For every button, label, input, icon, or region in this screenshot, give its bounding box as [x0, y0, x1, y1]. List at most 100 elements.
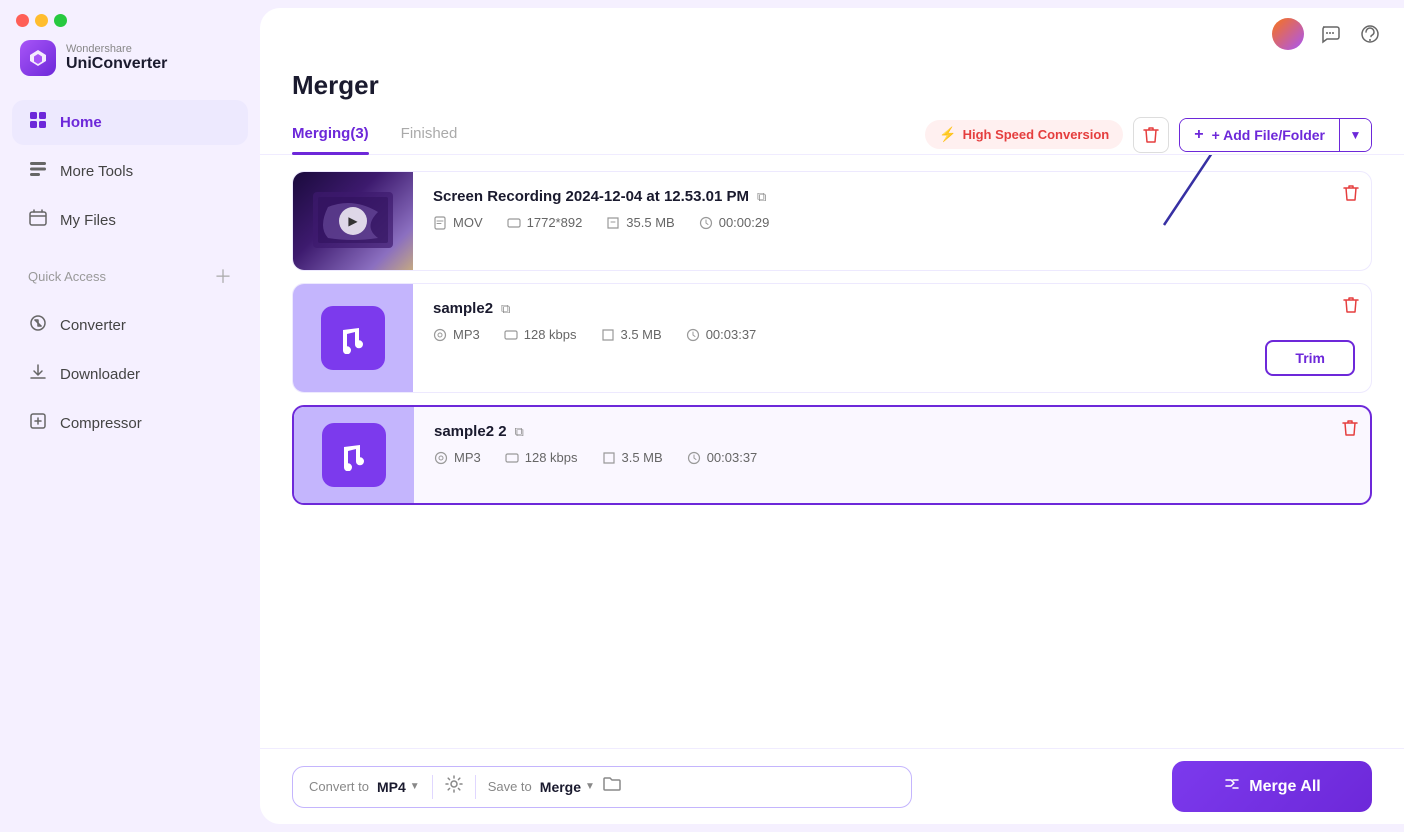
file-format-1: MOV [433, 215, 483, 230]
file-format-2: MP3 [433, 327, 480, 342]
external-link-icon-2[interactable]: ⧉ [501, 301, 510, 317]
add-file-dropdown-button[interactable]: ▼ [1339, 119, 1371, 151]
file-resolution-value-1: 1772*892 [527, 215, 583, 230]
sidebar-nav: Home More Tools My Files [0, 92, 260, 251]
file-size-3: 3.5 MB [602, 450, 663, 465]
tabs-actions: ⚡ High Speed Conversion + + Add File/Fol… [925, 117, 1372, 153]
size-icon-1 [606, 216, 620, 230]
duration-icon-1 [699, 216, 713, 230]
file-duration-value-1: 00:00:29 [719, 215, 770, 230]
more-tools-icon [28, 159, 48, 184]
merge-all-button[interactable]: Merge All [1172, 761, 1372, 812]
file-duration-1: 00:00:29 [699, 215, 770, 230]
file-name-1: Screen Recording 2024-12-04 at 12.53.01 … [433, 188, 749, 205]
save-to-label: Save to [488, 779, 532, 794]
file-resolution-1: 1772*892 [507, 215, 583, 230]
downloader-label: Downloader [60, 366, 140, 383]
file-format-value-3: MP3 [454, 450, 481, 465]
save-location-select[interactable]: Merge ▼ [540, 779, 595, 795]
file-meta-2: MP3 128 kbps 3.5 MB 00:03:37 [433, 327, 1351, 342]
convert-format-select[interactable]: MP4 ▼ [377, 779, 420, 795]
lightning-icon: ⚡ [939, 126, 956, 143]
home-icon [28, 110, 48, 135]
tabs-bar: Merging(3) Finished ⚡ High Speed Convers… [260, 115, 1404, 155]
delete-all-button[interactable] [1133, 117, 1169, 153]
sidebar-item-home[interactable]: Home [12, 100, 248, 145]
quick-access-label: Quick Access [28, 269, 106, 284]
converter-label: Converter [60, 317, 126, 334]
music-icon-3 [322, 423, 386, 487]
add-quick-access-button[interactable]: ＋ [214, 263, 232, 289]
sidebar: Wondershare UniConverter Home [0, 0, 260, 832]
music-thumb-3 [294, 407, 414, 503]
topbar [260, 8, 1404, 60]
file-name-2: sample2 [433, 300, 493, 317]
file-size-value-2: 3.5 MB [621, 327, 662, 342]
add-file-button[interactable]: + + Add File/Folder [1180, 119, 1339, 151]
settings-icon-button[interactable] [445, 775, 463, 798]
file-info-3: sample2 2 ⧉ MP3 128 kbps 3.5 MB [414, 407, 1370, 503]
window-minimize[interactable] [35, 14, 48, 27]
user-avatar[interactable] [1272, 18, 1304, 50]
file-format-value-2: MP3 [453, 327, 480, 342]
high-speed-button[interactable]: ⚡ High Speed Conversion [925, 120, 1123, 149]
my-files-icon [28, 208, 48, 233]
music-thumb-2 [293, 284, 413, 392]
sidebar-item-more-tools[interactable]: More Tools [12, 149, 248, 194]
resolution-icon-1 [507, 216, 521, 230]
file-format-3: MP3 [434, 450, 481, 465]
compressor-icon [28, 411, 48, 436]
add-file-label: + Add File/Folder [1212, 127, 1325, 143]
merge-icon [1223, 775, 1241, 798]
downloader-icon [28, 362, 48, 387]
delete-file-button-3[interactable] [1342, 419, 1358, 442]
delete-file-button-2[interactable] [1343, 296, 1359, 319]
save-dropdown-arrow: ▼ [585, 781, 595, 792]
quick-access-nav: Converter Downloader Compressor [0, 295, 260, 454]
file-duration-2: 00:03:37 [686, 327, 757, 342]
window-close[interactable] [16, 14, 29, 27]
delete-file-button-1[interactable] [1343, 184, 1359, 207]
external-link-icon-3[interactable]: ⧉ [515, 424, 524, 440]
file-card-1: ▶ Screen Recording 2024-12-04 at 12.53.0… [292, 171, 1372, 271]
tab-merging[interactable]: Merging(3) [292, 115, 369, 154]
page-title: Merger [292, 70, 1372, 101]
tabs: Merging(3) Finished [292, 115, 457, 154]
play-button-1[interactable]: ▶ [339, 207, 367, 235]
file-bitrate-value-3: 128 kbps [525, 450, 578, 465]
chat-icon-button[interactable] [1316, 20, 1344, 48]
converter-icon [28, 313, 48, 338]
add-file-button-group[interactable]: + + Add File/Folder ▼ [1179, 118, 1372, 152]
file-card-3: sample2 2 ⧉ MP3 128 kbps 3.5 MB [292, 405, 1372, 505]
plus-icon: + [1194, 126, 1203, 144]
support-icon-button[interactable] [1356, 20, 1384, 48]
external-link-icon-1[interactable]: ⧉ [757, 189, 766, 205]
file-name-row-3: sample2 2 ⧉ [434, 423, 1350, 440]
file-list: ▶ Screen Recording 2024-12-04 at 12.53.0… [260, 155, 1404, 748]
music-icon-2 [321, 306, 385, 370]
folder-icon-button[interactable] [603, 776, 621, 797]
sidebar-item-compressor[interactable]: Compressor [12, 401, 248, 446]
convert-format-value: MP4 [377, 779, 406, 795]
logo-app-name: UniConverter [66, 55, 167, 73]
sidebar-item-my-files-label: My Files [60, 212, 116, 229]
trim-button-2[interactable]: Trim [1265, 340, 1355, 376]
convert-section: Convert to MP4 ▼ Save to Merge ▼ [292, 766, 912, 808]
file-size-value-3: 3.5 MB [622, 450, 663, 465]
sidebar-item-converter[interactable]: Converter [12, 303, 248, 348]
file-thumbnail-3 [294, 407, 414, 503]
window-maximize[interactable] [54, 14, 67, 27]
file-size-2: 3.5 MB [601, 327, 662, 342]
format-dropdown-arrow: ▼ [410, 781, 420, 792]
file-card-2: sample2 ⧉ MP3 128 kbps 3.5 MB [292, 283, 1372, 393]
tab-finished[interactable]: Finished [401, 115, 458, 154]
file-meta-1: MOV 1772*892 35.5 MB 00:00:29 [433, 215, 1351, 230]
divider-2 [475, 775, 476, 799]
app-logo: Wondershare UniConverter [0, 20, 260, 92]
sidebar-item-downloader[interactable]: Downloader [12, 352, 248, 397]
file-duration-value-2: 00:03:37 [706, 327, 757, 342]
format-icon-1 [433, 216, 447, 230]
file-meta-3: MP3 128 kbps 3.5 MB 00:03:37 [434, 450, 1350, 465]
sidebar-item-my-files[interactable]: My Files [12, 198, 248, 243]
merge-all-label: Merge All [1249, 778, 1320, 796]
